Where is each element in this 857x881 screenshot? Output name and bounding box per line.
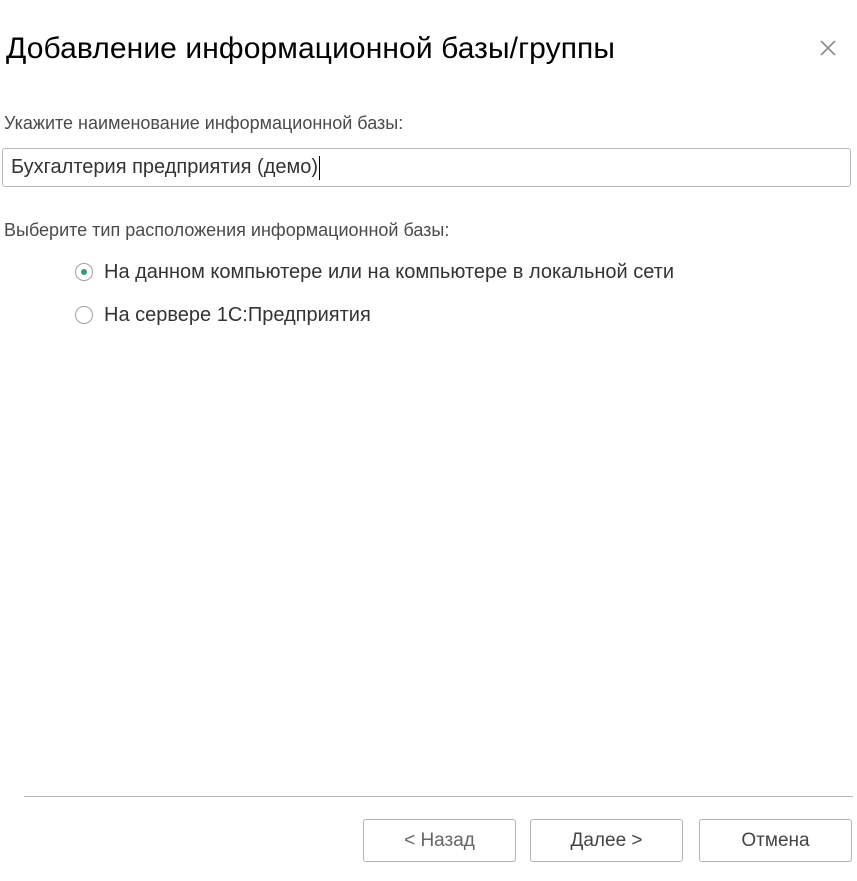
radio-option-local[interactable]: На данном компьютере или на компьютере в… — [75, 259, 674, 285]
cancel-button[interactable]: Отмена — [699, 819, 852, 862]
footer-divider — [24, 796, 853, 797]
infobase-name-label: Укажите наименование информационной базы… — [4, 113, 404, 133]
radio-label-local: На данном компьютере или на компьютере в… — [104, 260, 675, 283]
radio-label-server: На сервере 1С:Предприятия — [104, 303, 371, 326]
location-type-label: Выберите тип расположения информационной… — [4, 220, 450, 240]
text-caret — [319, 155, 321, 180]
close-icon — [820, 40, 836, 56]
radio-option-server[interactable]: На сервере 1С:Предприятия — [75, 302, 371, 328]
add-infobase-dialog: Добавление информационной базы/группы Ук… — [0, 0, 857, 881]
radio-selected-icon[interactable] — [75, 263, 93, 281]
back-button[interactable]: < Назад — [363, 819, 516, 862]
close-button[interactable] — [814, 34, 842, 62]
next-button[interactable]: Далее > — [530, 819, 683, 862]
infobase-name-input[interactable]: Бухгалтерия предприятия (демо) — [2, 148, 851, 187]
infobase-name-value: Бухгалтерия предприятия (демо) — [11, 156, 319, 178]
dialog-title: Добавление информационной базы/группы — [6, 32, 616, 65]
radio-unselected-icon[interactable] — [75, 306, 93, 324]
